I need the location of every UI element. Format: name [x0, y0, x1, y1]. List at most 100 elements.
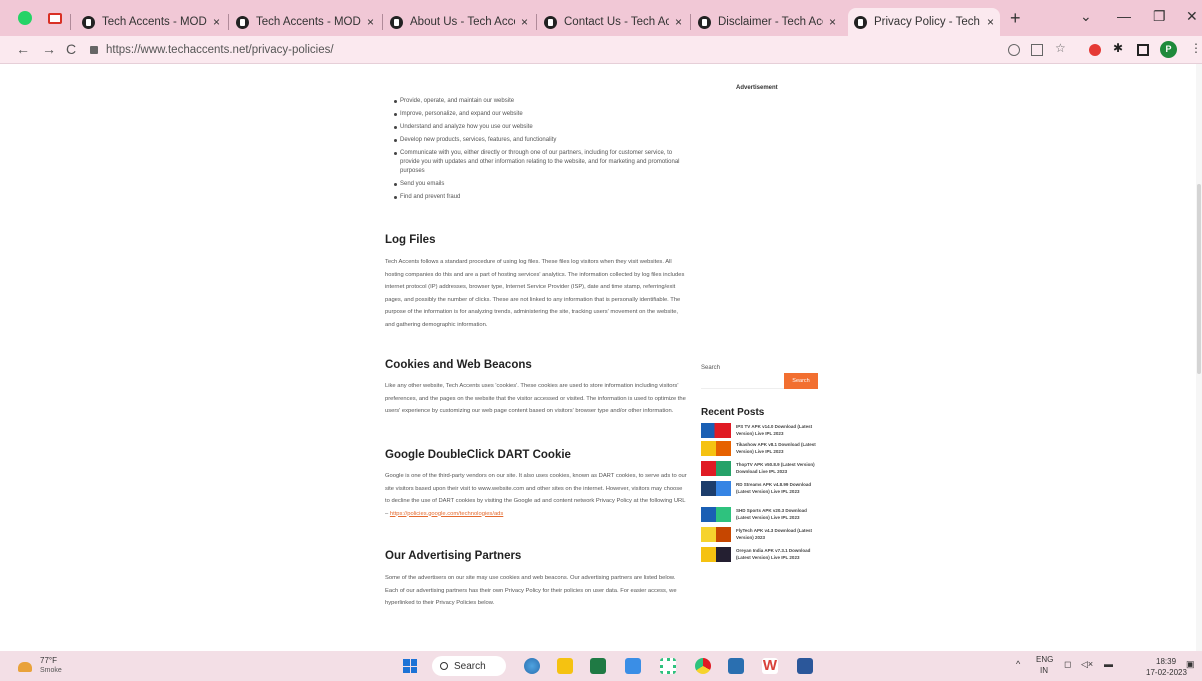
- recent-post[interactable]: Oreyan India APK v7.3.1 Download (Latest…: [701, 547, 821, 562]
- sidebar-search-input[interactable]: [701, 373, 784, 389]
- tab-label: Tech Accents - MOD APK: [102, 16, 207, 28]
- post-thumbnail[interactable]: [701, 441, 731, 456]
- profile-avatar[interactable]: P: [1160, 41, 1177, 58]
- extension-icon[interactable]: [1089, 44, 1101, 56]
- notifications-icon[interactable]: ▣: [1186, 659, 1195, 670]
- sidebar-search-button[interactable]: Search: [784, 373, 818, 389]
- minimize-icon[interactable]: —: [1117, 8, 1131, 24]
- language-top[interactable]: ENG: [1036, 655, 1053, 664]
- weather-condition[interactable]: Smoke: [40, 667, 62, 674]
- extensions-puzzle-icon[interactable]: ✱: [1113, 41, 1125, 55]
- tab-close-icon[interactable]: ×: [367, 15, 374, 29]
- site-favicon-icon: [854, 15, 867, 29]
- tab-label: About Us - Tech Accents: [410, 16, 515, 28]
- forward-icon[interactable]: →: [42, 41, 56, 57]
- heading-cookies: Cookies and Web Beacons: [385, 359, 532, 371]
- post-thumbnail[interactable]: [701, 481, 731, 496]
- taskbar-search[interactable]: Search: [432, 656, 506, 676]
- recent-post[interactable]: FlyTech APK v4.3 Download (Latest Versio…: [701, 527, 821, 542]
- site-favicon-icon: [390, 15, 403, 29]
- usage-list: Provide, operate, and maintain our websi…: [394, 97, 690, 206]
- network-icon[interactable]: ◻: [1064, 659, 1071, 670]
- new-tab-button[interactable]: +: [1010, 8, 1021, 29]
- tab-disclaimer[interactable]: Disclaimer - Tech Accents ×: [692, 8, 842, 36]
- file-explorer-icon[interactable]: [557, 658, 573, 674]
- zoom-icon[interactable]: [1008, 44, 1020, 56]
- tab-close-icon[interactable]: ×: [675, 15, 682, 29]
- paragraph-advertising-partners: Some of the advertisers on our site may …: [385, 575, 677, 606]
- word-icon[interactable]: [797, 658, 813, 674]
- tab-close-icon[interactable]: ×: [213, 15, 220, 29]
- app-icon-2[interactable]: [728, 658, 744, 674]
- photos-icon[interactable]: [625, 658, 641, 674]
- tab-tech-accents-1[interactable]: Tech Accents - MOD APK ×: [76, 8, 226, 36]
- post-title[interactable]: FlyTech APK v4.3 Download (Latest Versio…: [736, 527, 821, 542]
- wps-office-icon[interactable]: W: [762, 658, 778, 674]
- weather-icon[interactable]: [18, 662, 32, 672]
- maximize-icon[interactable]: ❐: [1153, 8, 1166, 25]
- recent-post[interactable]: IPS TV APK v14.0 Download (Latest Versio…: [701, 423, 821, 438]
- post-thumbnail[interactable]: [701, 461, 731, 476]
- tab-strip: Tech Accents - MOD APK × Tech Accents - …: [0, 0, 1202, 36]
- scrollbar-thumb[interactable]: [1197, 184, 1201, 374]
- list-item: Send you emails: [394, 180, 690, 189]
- tray-chevron-icon[interactable]: ^: [1016, 659, 1020, 669]
- volume-icon[interactable]: ◁×: [1081, 659, 1093, 670]
- post-thumbnail[interactable]: [701, 547, 731, 562]
- url-text[interactable]: https://www.techaccents.net/privacy-poli…: [106, 44, 334, 56]
- back-icon[interactable]: ←: [16, 41, 30, 57]
- list-item: Understand and analyze how you use our w…: [394, 123, 690, 132]
- page-scrollbar[interactable]: [1196, 64, 1202, 651]
- start-button[interactable]: [403, 659, 417, 673]
- menu-kebab-icon[interactable]: ⋮: [1190, 41, 1202, 55]
- tab-contact-us[interactable]: Contact Us - Tech Accents ×: [538, 8, 688, 36]
- tab-label: Contact Us - Tech Accents: [564, 16, 669, 28]
- chrome-icon[interactable]: [695, 658, 711, 674]
- tab-about-us[interactable]: About Us - Tech Accents ×: [384, 8, 534, 36]
- weather-temperature[interactable]: 77°F: [40, 656, 57, 665]
- heading-log-files: Log Files: [385, 234, 436, 246]
- battery-icon[interactable]: ▬: [1104, 659, 1113, 669]
- recent-post[interactable]: SHD Sports APK v20.3 Download (Latest Ve…: [701, 507, 821, 522]
- post-title[interactable]: IPS TV APK v14.0 Download (Latest Versio…: [736, 423, 821, 438]
- bookmark-star-icon[interactable]: ☆: [1055, 41, 1067, 55]
- heading-advertising-partners: Our Advertising Partners: [385, 550, 522, 562]
- widgets-icon[interactable]: [524, 658, 540, 674]
- post-thumbnail[interactable]: [701, 507, 731, 522]
- post-title[interactable]: Oreyan India APK v7.3.1 Download (Latest…: [736, 547, 821, 562]
- tab-privacy-policy[interactable]: Privacy Policy - Tech Accents ×: [848, 8, 1000, 36]
- side-panel-icon[interactable]: [1137, 44, 1149, 56]
- post-title[interactable]: Tikashow APK v8.1 Download (Latest Versi…: [736, 441, 821, 456]
- gmail-icon[interactable]: [48, 13, 62, 24]
- tab-tech-accents-2[interactable]: Tech Accents - MOD APK ×: [230, 8, 380, 36]
- post-thumbnail[interactable]: [701, 527, 731, 542]
- address-bar[interactable]: https://www.techaccents.net/privacy-poli…: [90, 40, 996, 60]
- close-window-icon[interactable]: ✕: [1186, 8, 1198, 25]
- tab-close-icon[interactable]: ×: [521, 15, 528, 29]
- post-title[interactable]: RD Streams APK v4.8.99 Download (Latest …: [736, 481, 821, 496]
- google-policy-link[interactable]: https://policies.google.com/technologies…: [390, 511, 503, 517]
- app-icon[interactable]: [660, 658, 676, 674]
- clock-date[interactable]: 17-02-2023: [1146, 668, 1187, 677]
- recent-post[interactable]: RD Streams APK v4.8.99 Download (Latest …: [701, 481, 821, 496]
- site-favicon-icon: [82, 15, 95, 29]
- language-bottom[interactable]: IN: [1040, 666, 1048, 675]
- tab-search-chevron-icon[interactable]: ⌄: [1080, 8, 1092, 25]
- clock-time[interactable]: 18:39: [1156, 657, 1176, 666]
- taskbar-search-label: Search: [454, 660, 486, 672]
- list-item: Improve, personalize, and expand our web…: [394, 110, 690, 119]
- site-favicon-icon: [698, 15, 711, 29]
- web-page: Advertisement Provide, operate, and main…: [0, 64, 1202, 651]
- excel-icon[interactable]: [590, 658, 606, 674]
- recent-post[interactable]: Tikashow APK v8.1 Download (Latest Versi…: [701, 441, 821, 456]
- search-icon: [440, 662, 448, 670]
- whatsapp-icon[interactable]: [18, 11, 32, 25]
- post-title[interactable]: SHD Sports APK v20.3 Download (Latest Ve…: [736, 507, 821, 522]
- recent-post[interactable]: ThopTV APK v50.8.9 (Latest Version) Down…: [701, 461, 821, 476]
- share-icon[interactable]: [1031, 44, 1043, 56]
- post-thumbnail[interactable]: [701, 423, 731, 438]
- post-title[interactable]: ThopTV APK v50.8.9 (Latest Version) Down…: [736, 461, 821, 476]
- tab-close-icon[interactable]: ×: [829, 15, 836, 29]
- tab-close-icon[interactable]: ×: [987, 15, 994, 29]
- reload-icon[interactable]: C: [66, 41, 76, 57]
